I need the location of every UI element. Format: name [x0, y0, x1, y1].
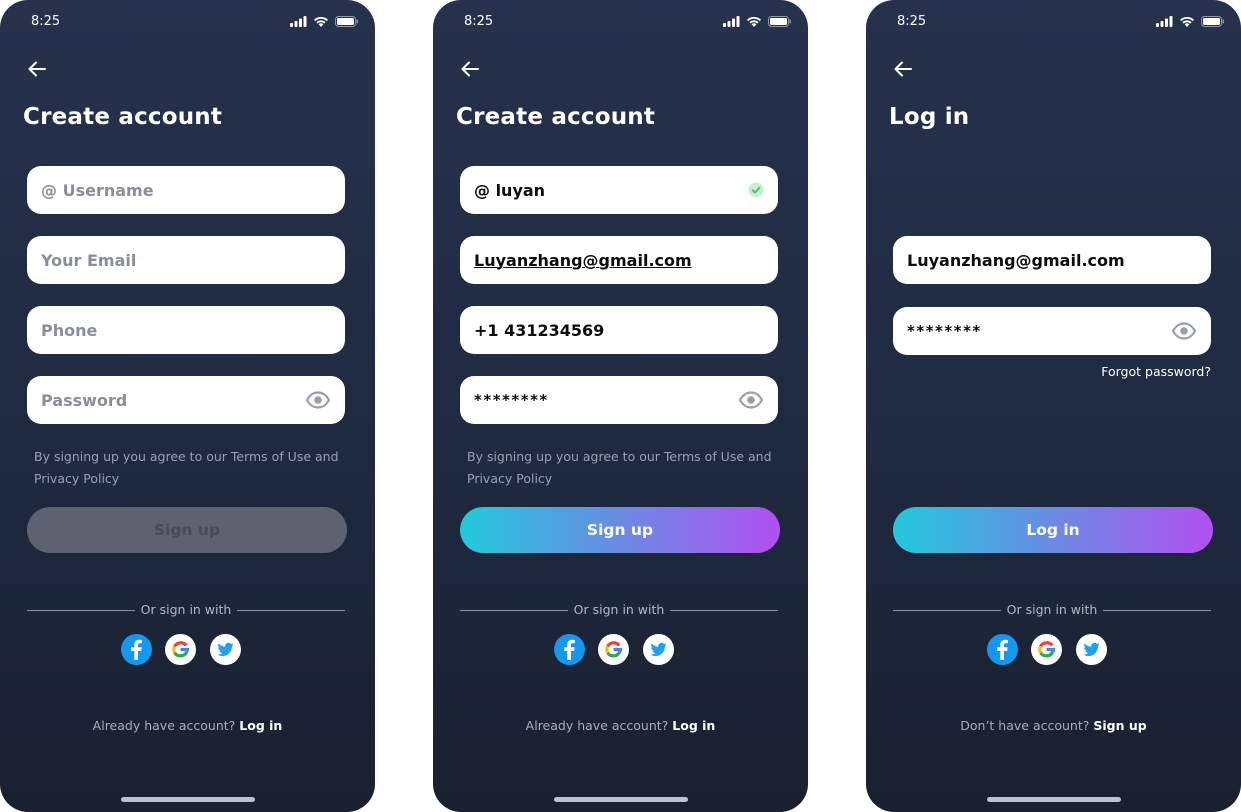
phone-placeholder: Phone [41, 320, 98, 340]
twitter-login-button[interactable] [1076, 634, 1107, 665]
twitter-icon [217, 642, 234, 657]
username-valid-indicator [748, 182, 764, 198]
password-input[interactable]: Password [27, 376, 345, 424]
battery-icon [768, 15, 791, 27]
battery-icon [1201, 15, 1224, 27]
page-title: Log in [889, 104, 970, 130]
status-time: 8:25 [31, 14, 61, 29]
footer: Don’t have account? Sign up [866, 718, 1241, 733]
facebook-login-button[interactable] [987, 634, 1018, 665]
username-value: @ luyan [474, 180, 546, 200]
page-title: Create account [23, 104, 223, 130]
username-input[interactable]: @ Username [27, 166, 345, 214]
page-title: Create account [456, 104, 656, 130]
google-login-button[interactable] [598, 634, 629, 665]
footer: Already have account? Log in [433, 718, 808, 733]
password-placeholder: Password [41, 390, 128, 410]
home-indicator [121, 797, 255, 802]
google-icon [605, 641, 623, 658]
phone-input[interactable]: +1 431234569 [460, 306, 778, 354]
status-icons [1156, 15, 1225, 27]
or-sign-in-divider: Or sign in with [27, 601, 345, 619]
status-icons [723, 15, 792, 27]
terms-text: By signing up you agree to our Terms of … [467, 449, 772, 486]
password-visibility-toggle[interactable] [738, 391, 764, 409]
login-link[interactable]: Log in [239, 718, 282, 733]
password-visibility-toggle[interactable] [1171, 322, 1197, 340]
email-input[interactable]: Your Email [27, 236, 345, 284]
or-sign-in-divider: Or sign in with [893, 601, 1211, 619]
divider-line-right [670, 610, 778, 611]
footer: Already have account? Log in [0, 718, 375, 733]
divider-line-right [237, 610, 345, 611]
twitter-icon [1083, 642, 1100, 657]
phone-input[interactable]: Phone [27, 306, 345, 354]
google-login-button[interactable] [1031, 634, 1062, 665]
google-icon [1038, 641, 1056, 658]
arrow-left-icon [28, 61, 46, 77]
login-link[interactable]: Log in [672, 718, 715, 733]
google-icon [172, 641, 190, 658]
eye-icon [1171, 322, 1197, 340]
home-indicator [554, 797, 688, 802]
footer-text: Already have account? [92, 718, 236, 733]
sign-up-button[interactable]: Sign up [460, 507, 780, 553]
twitter-login-button[interactable] [210, 634, 241, 665]
status-time: 8:25 [897, 14, 927, 29]
terms-text: By signing up you agree to our Terms of … [34, 449, 339, 486]
twitter-icon [650, 642, 667, 657]
password-input[interactable]: ******** [893, 307, 1211, 355]
back-button[interactable] [892, 58, 914, 80]
arrow-left-icon [461, 61, 479, 77]
forgot-password-link[interactable]: Forgot password? [1101, 364, 1211, 379]
login-screen: 8:25 Log in Luyanzhang@gmail.com *******… [866, 0, 1241, 812]
facebook-login-button[interactable] [121, 634, 152, 665]
footer-text: Already have account? [525, 718, 669, 733]
back-button[interactable] [26, 58, 48, 80]
cellular-signal-icon [290, 15, 307, 27]
eye-icon [305, 391, 331, 409]
cellular-signal-icon [1156, 15, 1173, 27]
phone-value: +1 431234569 [474, 320, 605, 340]
home-indicator [987, 797, 1121, 802]
or-sign-in-divider: Or sign in with [460, 601, 778, 619]
username-input[interactable]: @ luyan [460, 166, 778, 214]
sign-up-button[interactable]: Sign up [27, 507, 347, 553]
email-input[interactable]: Luyanzhang@gmail.com [460, 236, 778, 284]
signup-screen-filled: 8:25 Create account @ luyan Luyanzhang@g… [433, 0, 808, 812]
password-input[interactable]: ******** [460, 376, 778, 424]
eye-icon [738, 391, 764, 409]
signup-screen-empty: 8:25 Create account @ Username Your Emai… [0, 0, 375, 812]
status-icons [290, 15, 359, 27]
email-value: Luyanzhang@gmail.com [474, 250, 692, 270]
google-login-button[interactable] [165, 634, 196, 665]
divider-line-right [1103, 610, 1211, 611]
back-button[interactable] [459, 58, 481, 80]
facebook-icon [997, 639, 1008, 660]
check-circle-icon [748, 182, 764, 198]
status-time: 8:25 [464, 14, 494, 29]
facebook-login-button[interactable] [554, 634, 585, 665]
password-value: ******** [474, 391, 549, 409]
arrow-left-icon [894, 61, 912, 77]
password-value: ******** [907, 322, 982, 340]
facebook-icon [564, 639, 575, 660]
battery-icon [335, 15, 358, 27]
log-in-button[interactable]: Log in [893, 507, 1213, 553]
wifi-icon [1180, 16, 1194, 27]
email-placeholder: Your Email [41, 250, 137, 270]
twitter-login-button[interactable] [643, 634, 674, 665]
facebook-icon [131, 639, 142, 660]
wifi-icon [314, 16, 328, 27]
wifi-icon [747, 16, 761, 27]
sign-up-link[interactable]: Sign up [1093, 718, 1146, 733]
email-input[interactable]: Luyanzhang@gmail.com [893, 236, 1211, 284]
username-placeholder: @ Username [41, 180, 154, 200]
footer-text: Don’t have account? [960, 718, 1090, 733]
email-value: Luyanzhang@gmail.com [907, 250, 1125, 270]
password-visibility-toggle[interactable] [305, 391, 331, 409]
cellular-signal-icon [723, 15, 740, 27]
